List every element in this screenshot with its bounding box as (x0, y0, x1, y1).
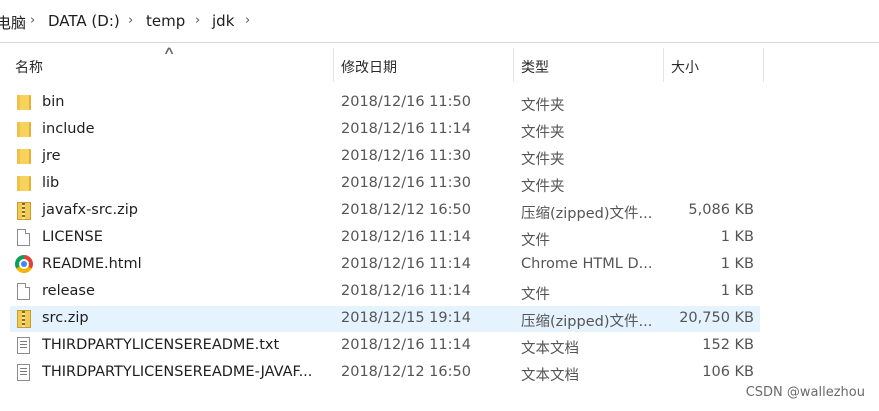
file-name: LICENSE (42, 229, 103, 245)
file-type: 文本文档 (521, 368, 579, 384)
file-name: lib (42, 175, 60, 191)
text-file-icon (16, 364, 32, 382)
file-name: javafx-src.zip (42, 202, 138, 218)
file-row[interactable]: lib 2018/12/16 11:30 文件夹 (10, 171, 760, 197)
chevron-right-icon[interactable]: › (30, 13, 35, 28)
file-row[interactable]: release 2018/12/16 11:14 文件 1 KB (10, 279, 760, 305)
chevron-right-icon[interactable]: › (195, 13, 200, 28)
file-row[interactable]: LICENSE 2018/12/16 11:14 文件 1 KB (10, 225, 760, 251)
zip-icon (16, 310, 32, 328)
file-size: 1 KB (720, 283, 754, 299)
breadcrumb-item-pc[interactable]: 电脑 (0, 12, 26, 33)
file-name: THIRDPARTYLICENSEREADME.txt (42, 337, 280, 353)
zip-icon (16, 202, 32, 220)
file-modified-date: 2018/12/16 11:50 (341, 94, 471, 110)
chevron-right-icon[interactable]: › (245, 13, 250, 28)
file-size: 1 KB (720, 229, 754, 245)
file-size: 106 KB (702, 364, 754, 380)
file-modified-date: 2018/12/16 11:30 (341, 148, 471, 164)
file-modified-date: 2018/12/15 19:14 (341, 310, 471, 326)
folder-icon (16, 94, 32, 112)
column-divider[interactable] (763, 48, 764, 82)
column-divider[interactable] (333, 48, 334, 82)
file-type: 压缩(zipped)文件... (521, 206, 653, 222)
folder-icon (16, 175, 32, 193)
file-modified-date: 2018/12/12 16:50 (341, 202, 471, 218)
watermark: CSDN @wallezhou (745, 385, 865, 400)
file-type: 文件 (521, 233, 550, 249)
file-name: src.zip (42, 310, 89, 326)
file-modified-date: 2018/12/16 11:30 (341, 175, 471, 191)
address-bar[interactable]: 电脑 › DATA (D:) › temp › jdk › (0, 0, 879, 43)
file-row[interactable]: bin 2018/12/16 11:50 文件夹 (10, 90, 760, 116)
file-modified-date: 2018/12/16 11:14 (341, 229, 471, 245)
column-header-type[interactable]: 类型 (521, 57, 549, 77)
file-icon (16, 283, 32, 301)
file-row[interactable]: javafx-src.zip 2018/12/12 16:50 压缩(zipped)… (10, 198, 760, 224)
chevron-right-icon[interactable]: › (128, 13, 133, 28)
sort-ascending-icon: ∧ (162, 44, 176, 57)
file-modified-date: 2018/12/12 16:50 (341, 364, 471, 380)
file-type: 文件夹 (521, 179, 565, 195)
folder-icon (16, 148, 32, 166)
file-size: 20,750 KB (679, 310, 754, 326)
file-row[interactable]: src.zip 2018/12/15 19:14 压缩(zipped)文件... 20… (10, 306, 760, 332)
folder-icon (16, 121, 32, 139)
file-row[interactable]: THIRDPARTYLICENSEREADME.txt 2018/12/16 11… (10, 333, 760, 359)
file-size: 5,086 KB (688, 202, 754, 218)
column-header: ∧ 名称 修改日期 类型 大小 (0, 44, 879, 84)
file-modified-date: 2018/12/16 11:14 (341, 283, 471, 299)
file-row[interactable]: README.html 2018/12/16 11:14 Chrome HTML D… (10, 252, 760, 278)
file-type: 文件夹 (521, 125, 565, 141)
column-header-date[interactable]: 修改日期 (341, 57, 397, 77)
file-name: jre (42, 148, 61, 164)
file-type: 文本文档 (521, 341, 579, 357)
file-icon (16, 229, 32, 247)
file-type: 文件夹 (521, 152, 565, 168)
column-divider[interactable] (513, 48, 514, 82)
file-name: bin (42, 94, 65, 110)
column-header-name[interactable]: 名称 (15, 57, 43, 77)
file-row[interactable]: include 2018/12/16 11:14 文件夹 (10, 117, 760, 143)
file-row[interactable]: THIRDPARTYLICENSEREADME-JAVAF... 2018/12/… (10, 360, 760, 386)
file-modified-date: 2018/12/16 11:14 (341, 121, 471, 137)
text-file-icon (16, 337, 32, 355)
breadcrumb-item-drive[interactable]: DATA (D:) (48, 12, 120, 30)
file-modified-date: 2018/12/16 11:14 (341, 256, 471, 272)
file-type: 文件夹 (521, 98, 565, 114)
file-type: 文件 (521, 287, 550, 303)
breadcrumb-item-jdk[interactable]: jdk (212, 12, 234, 30)
file-row[interactable]: jre 2018/12/16 11:30 文件夹 (10, 144, 760, 170)
file-name: THIRDPARTYLICENSEREADME-JAVAF... (42, 364, 313, 380)
breadcrumb-item-temp[interactable]: temp (146, 12, 185, 30)
file-modified-date: 2018/12/16 11:14 (341, 337, 471, 353)
file-name: README.html (42, 256, 142, 272)
file-type: Chrome HTML D... (521, 256, 653, 272)
column-divider[interactable] (663, 48, 664, 82)
file-size: 1 KB (720, 256, 754, 272)
chrome-icon (15, 255, 33, 274)
file-name: release (42, 283, 95, 299)
file-type: 压缩(zipped)文件... (521, 314, 653, 330)
file-name: include (42, 121, 95, 137)
column-header-size[interactable]: 大小 (671, 57, 699, 77)
file-size: 152 KB (702, 337, 754, 353)
